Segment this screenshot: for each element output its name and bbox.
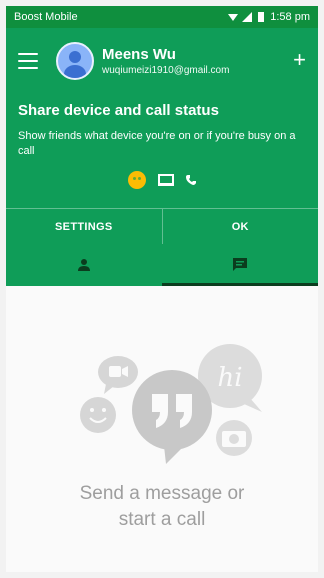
- avatar[interactable]: [56, 42, 94, 80]
- person-icon: [78, 259, 90, 271]
- share-status-card: Share device and call status Show friend…: [6, 94, 318, 244]
- camera-bubble-icon: [216, 420, 252, 456]
- menu-icon[interactable]: [18, 53, 38, 69]
- tab-bar: [6, 244, 318, 286]
- signal-icon: [242, 12, 253, 22]
- account-info[interactable]: Meens Wu wuqiumeizi1910@gmail.com: [102, 46, 229, 76]
- hi-bubble-text: hi: [217, 363, 242, 393]
- wifi-icon: [228, 14, 239, 21]
- empty-state-message: Send a message or start a call: [6, 481, 318, 533]
- empty-state: hi Send a message or start a call: [6, 286, 318, 572]
- hangouts-logo-icon: [132, 370, 212, 464]
- app-frame: Boost Mobile 1:58 pm Meens Wu wuqiumeizi…: [6, 6, 318, 572]
- account-name: Meens Wu: [102, 46, 176, 63]
- app-bar: Meens Wu wuqiumeizi1910@gmail.com +: [6, 28, 318, 94]
- ok-button[interactable]: OK: [161, 209, 319, 244]
- laptop-icon: [158, 174, 174, 186]
- video-bubble-icon: [98, 356, 138, 394]
- chat-icon: [233, 258, 247, 271]
- clock-label: 1:58 pm: [270, 11, 310, 23]
- card-actions: SETTINGS OK: [6, 208, 318, 244]
- status-icon-row: [18, 171, 306, 189]
- smiley-icon: [128, 171, 146, 189]
- phone-icon: [186, 175, 196, 185]
- add-icon[interactable]: +: [293, 49, 306, 71]
- smiley-bubble-icon: [80, 397, 116, 433]
- tab-conversations[interactable]: [162, 244, 318, 286]
- hangouts-illustration: hi: [80, 344, 262, 464]
- share-card-description: Show friends what device you're on or if…: [18, 130, 296, 157]
- share-card-title: Share device and call status: [18, 102, 219, 119]
- status-bar: Boost Mobile 1:58 pm: [6, 6, 318, 28]
- carrier-label: Boost Mobile: [14, 11, 78, 23]
- empty-state-line1: Send a message or: [79, 483, 245, 504]
- account-email: wuqiumeizi1910@gmail.com: [102, 65, 230, 76]
- settings-button[interactable]: SETTINGS: [6, 209, 162, 244]
- status-icons: 1:58 pm: [228, 11, 310, 23]
- tab-contacts[interactable]: [6, 244, 162, 286]
- battery-icon: [258, 12, 265, 22]
- empty-state-line2: start a call: [118, 509, 206, 530]
